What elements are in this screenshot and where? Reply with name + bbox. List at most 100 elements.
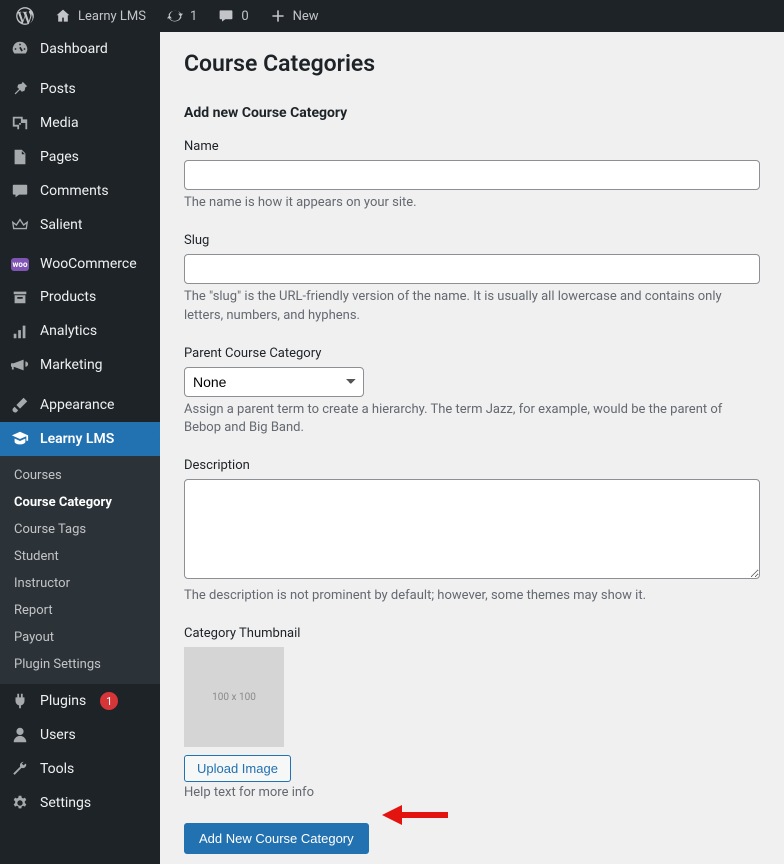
- description-help: The description is not prominent by defa…: [184, 587, 760, 606]
- thumbnail-label: Category Thumbnail: [184, 626, 760, 641]
- sidebar-item-label: WooCommerce: [40, 256, 137, 272]
- content-area: Course Categories Add new Course Categor…: [160, 32, 784, 864]
- sidebar-item-label: Tools: [40, 761, 74, 777]
- submenu-item-report[interactable]: Report: [0, 597, 160, 624]
- sidebar-item-comments[interactable]: Comments: [0, 174, 160, 208]
- wp-logo[interactable]: [8, 0, 42, 32]
- comment-icon: [217, 7, 235, 25]
- slug-help: The "slug" is the URL-friendly version o…: [184, 288, 760, 326]
- field-description: Description The description is not promi…: [184, 458, 760, 606]
- comment-icon: [10, 182, 30, 200]
- description-label: Description: [184, 458, 760, 473]
- brush-icon: [10, 396, 30, 414]
- site-name-link[interactable]: Learny LMS: [46, 0, 154, 32]
- sidebar-item-users[interactable]: Users: [0, 718, 160, 752]
- field-parent: Parent Course Category None Assign a par…: [184, 346, 760, 439]
- admin-bar: Learny LMS 1 0 New: [0, 0, 784, 32]
- updates-count: 1: [190, 9, 197, 24]
- sidebar-item-label: Settings: [40, 795, 91, 811]
- sidebar-item-label: Marketing: [40, 357, 103, 373]
- parent-help: Assign a parent term to create a hierarc…: [184, 401, 760, 439]
- learny-submenu: Courses Course Category Course Tags Stud…: [0, 456, 160, 684]
- sidebar-item-label: Media: [40, 115, 79, 131]
- comments-count: 0: [241, 9, 248, 24]
- update-icon: [166, 7, 184, 25]
- sidebar-item-products[interactable]: Products: [0, 280, 160, 314]
- submenu-item-student[interactable]: Student: [0, 543, 160, 570]
- wrench-icon: [10, 760, 30, 778]
- slug-label: Slug: [184, 233, 760, 248]
- admin-sidebar: Dashboard Posts Media Pages Comments Sal…: [0, 32, 160, 864]
- dashboard-icon: [10, 40, 30, 58]
- sidebar-item-label: Plugins: [40, 693, 86, 709]
- thumbnail-help: Help text for more info: [184, 784, 760, 803]
- sidebar-item-label: Posts: [40, 81, 76, 97]
- page-icon: [10, 148, 30, 166]
- sidebar-item-plugins[interactable]: Plugins 1: [0, 684, 160, 718]
- name-help: The name is how it appears on your site.: [184, 194, 760, 213]
- submenu-item-courses[interactable]: Courses: [0, 462, 160, 489]
- parent-select[interactable]: None: [184, 367, 364, 397]
- sidebar-item-learny-lms[interactable]: Learny LMS: [0, 422, 160, 456]
- submenu-item-payout[interactable]: Payout: [0, 624, 160, 651]
- updates-link[interactable]: 1: [158, 0, 205, 32]
- sidebar-item-woocommerce[interactable]: woo WooCommerce: [0, 248, 160, 280]
- submenu-item-course-tags[interactable]: Course Tags: [0, 516, 160, 543]
- field-slug: Slug The "slug" is the URL-friendly vers…: [184, 233, 760, 326]
- sidebar-item-label: Users: [40, 727, 76, 743]
- submenu-item-plugin-settings[interactable]: Plugin Settings: [0, 651, 160, 678]
- comments-link[interactable]: 0: [209, 0, 256, 32]
- sidebar-item-label: Analytics: [40, 323, 97, 339]
- thumbnail-placeholder: 100 x 100: [184, 647, 284, 747]
- analytics-icon: [10, 322, 30, 340]
- megaphone-icon: [10, 356, 30, 374]
- sidebar-item-marketing[interactable]: Marketing: [0, 348, 160, 382]
- sidebar-item-label: Salient: [40, 217, 82, 233]
- submenu-item-instructor[interactable]: Instructor: [0, 570, 160, 597]
- sidebar-item-label: Comments: [40, 183, 109, 199]
- field-thumbnail: Category Thumbnail 100 x 100 Upload Imag…: [184, 626, 760, 803]
- upload-image-button[interactable]: Upload Image: [184, 755, 291, 782]
- sidebar-item-tools[interactable]: Tools: [0, 752, 160, 786]
- sidebar-item-label: Pages: [40, 149, 79, 165]
- sidebar-item-label: Learny LMS: [40, 431, 114, 447]
- gear-icon: [10, 794, 30, 812]
- sidebar-item-posts[interactable]: Posts: [0, 72, 160, 106]
- sidebar-item-media[interactable]: Media: [0, 106, 160, 140]
- sidebar-item-label: Products: [40, 289, 96, 305]
- parent-label: Parent Course Category: [184, 346, 760, 361]
- slug-input[interactable]: [184, 254, 760, 284]
- sidebar-item-label: Appearance: [40, 397, 114, 413]
- thumbnail-size-text: 100 x 100: [212, 692, 256, 703]
- submenu-item-course-category[interactable]: Course Category: [0, 489, 160, 516]
- crown-icon: [10, 216, 30, 234]
- sidebar-item-appearance[interactable]: Appearance: [0, 388, 160, 422]
- new-content-link[interactable]: New: [261, 0, 327, 32]
- sidebar-item-salient[interactable]: Salient: [0, 208, 160, 242]
- sidebar-item-dashboard[interactable]: Dashboard: [0, 32, 160, 66]
- new-label: New: [293, 9, 319, 24]
- products-icon: [10, 288, 30, 306]
- name-label: Name: [184, 139, 760, 154]
- section-title: Add new Course Category: [184, 105, 760, 121]
- plug-icon: [10, 692, 30, 710]
- woocommerce-icon: woo: [10, 258, 30, 271]
- site-name-text: Learny LMS: [78, 9, 146, 24]
- page-title: Course Categories: [184, 50, 760, 77]
- pin-icon: [10, 80, 30, 98]
- name-input[interactable]: [184, 160, 760, 190]
- user-icon: [10, 726, 30, 744]
- sidebar-item-pages[interactable]: Pages: [0, 140, 160, 174]
- field-name: Name The name is how it appears on your …: [184, 139, 760, 213]
- add-new-course-category-button[interactable]: Add New Course Category: [184, 823, 369, 854]
- sidebar-item-analytics[interactable]: Analytics: [0, 314, 160, 348]
- plugins-update-badge: 1: [100, 692, 118, 710]
- plus-icon: [269, 7, 287, 25]
- graduation-cap-icon: [10, 430, 30, 448]
- sidebar-item-label: Dashboard: [40, 41, 108, 57]
- description-textarea[interactable]: [184, 479, 760, 579]
- wordpress-icon: [16, 7, 34, 25]
- media-icon: [10, 114, 30, 132]
- sidebar-item-settings[interactable]: Settings: [0, 786, 160, 820]
- home-icon: [54, 7, 72, 25]
